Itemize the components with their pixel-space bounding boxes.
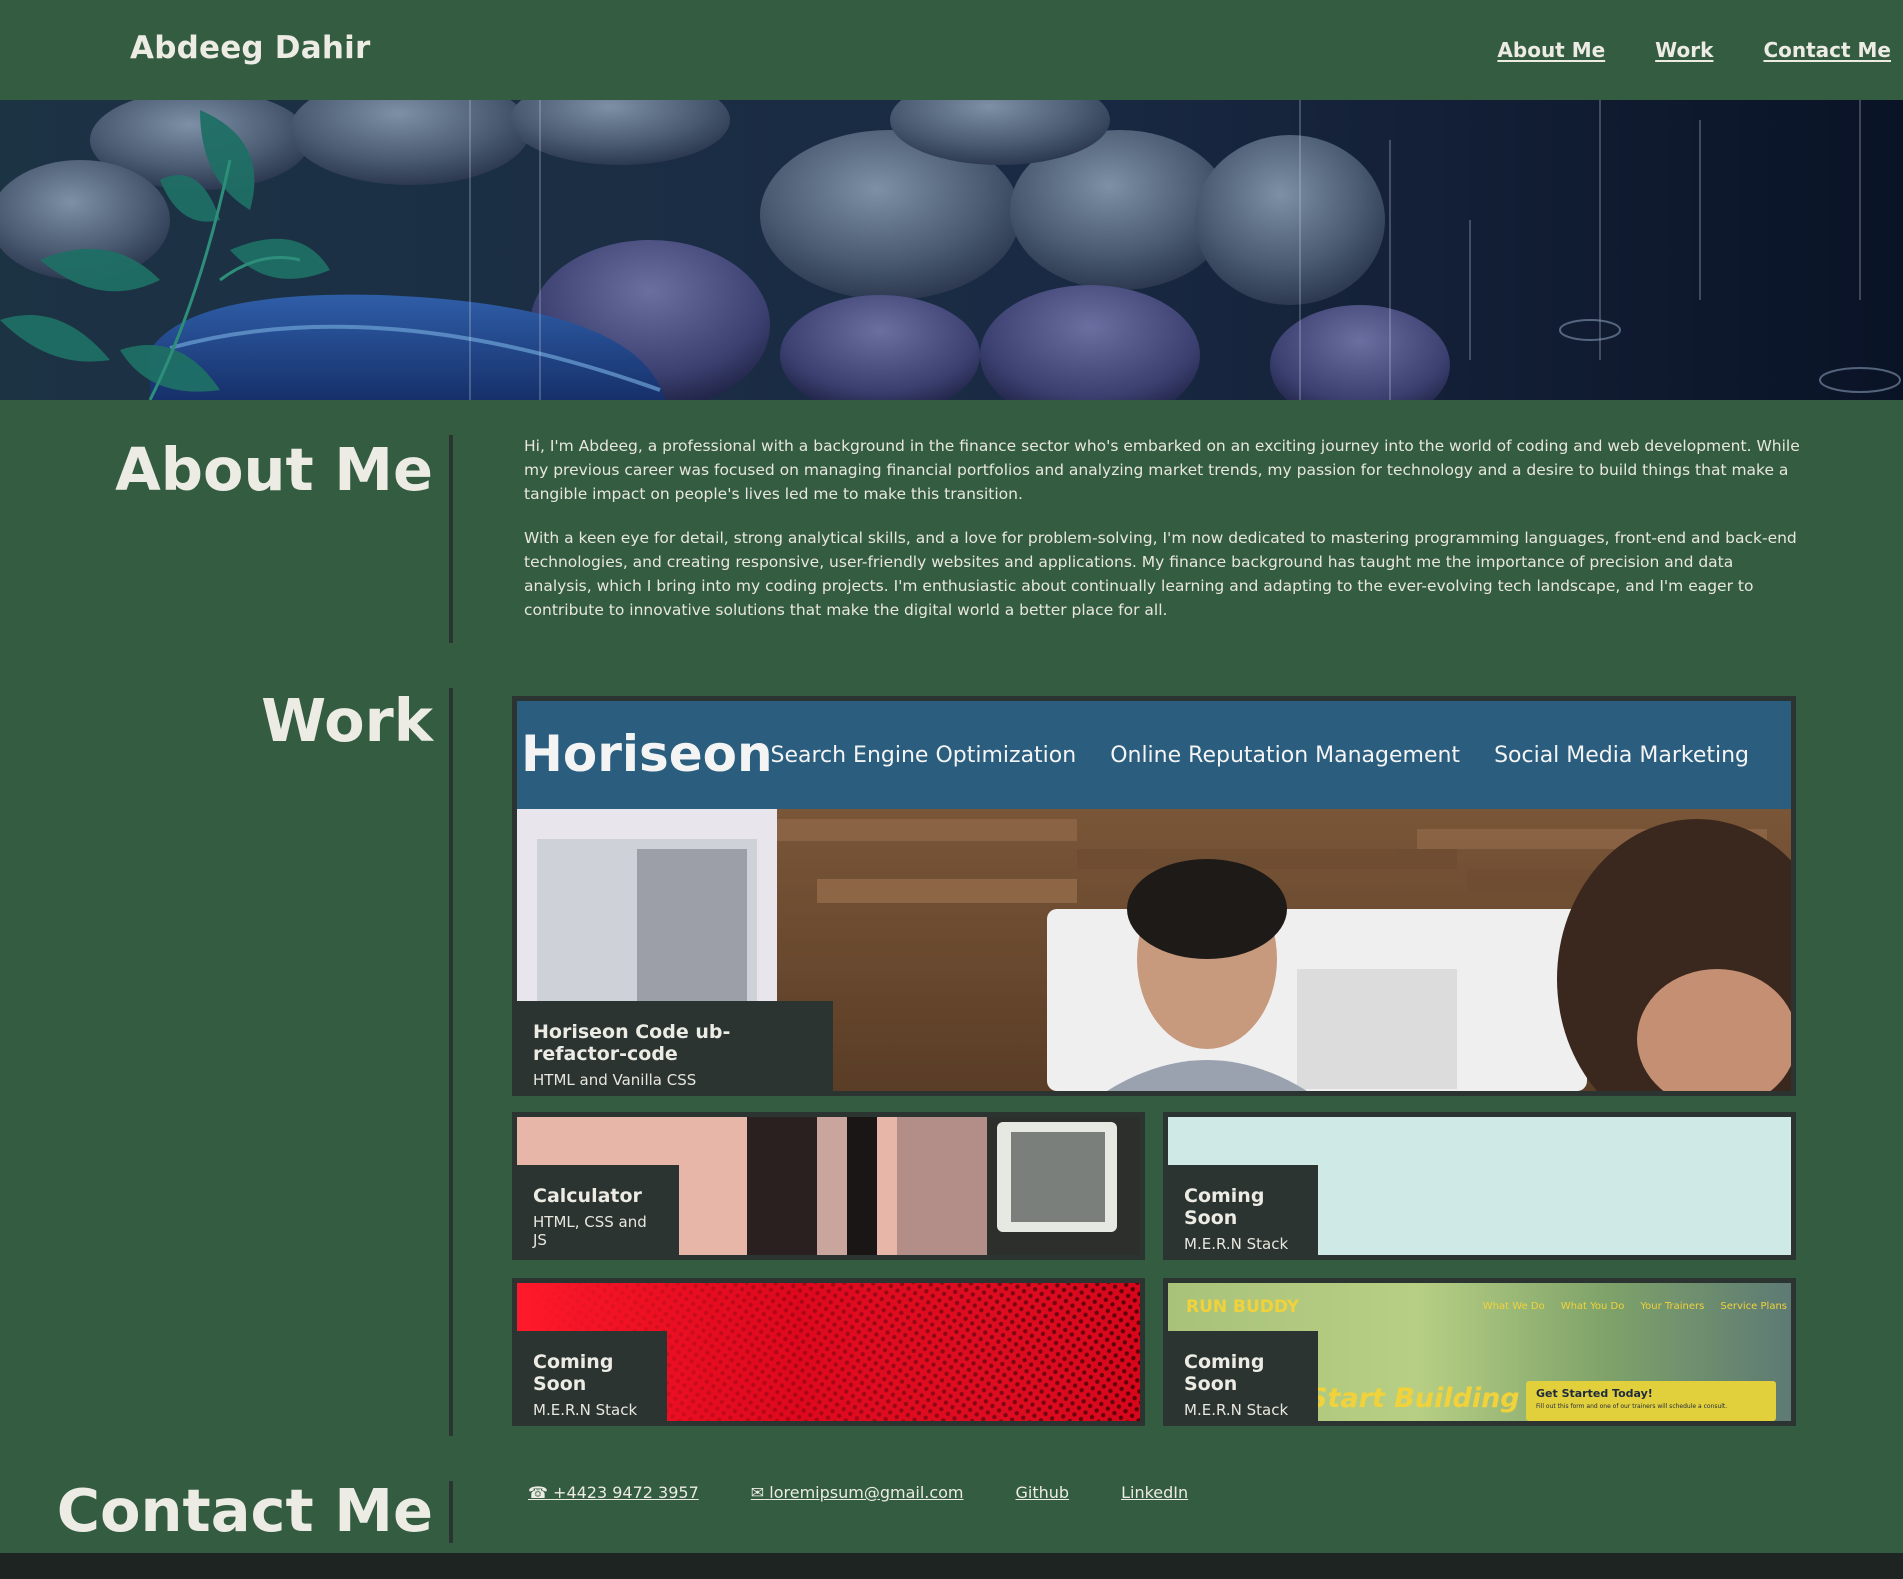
about-title: About Me [115, 435, 433, 504]
run-buddy-cta-sub: Fill out this form and one of our traine… [1536, 1403, 1728, 1410]
nav-link-contact[interactable]: Contact Me [1763, 38, 1891, 62]
linkedin-link[interactable]: LinkedIn [1121, 1483, 1188, 1502]
project-subtitle: M.E.R.N Stack [533, 1401, 638, 1419]
about-paragraph: Hi, I'm Abdeeg, a professional with a ba… [524, 437, 1800, 503]
run-buddy-nav-item: What You Do [1560, 1301, 1625, 1312]
work-title: Work [261, 686, 433, 755]
hero-illustration [0, 100, 1903, 400]
project-card-coming-soon[interactable]: Coming Soon M.E.R.N Stack [512, 1278, 1145, 1426]
horiseon-nav: Search Engine Optimization Online Reputa… [770, 743, 1749, 768]
run-buddy-logo: RUN BUDDY [1186, 1297, 1300, 1317]
site-brand[interactable]: Abdeeg Dahir [130, 30, 370, 66]
about-text: Hi, I'm Abdeeg, a professional with a ba… [524, 434, 1804, 642]
run-buddy-cta-box: Get Started Today! Fill out this form an… [1526, 1381, 1776, 1421]
about-paragraph: With a keen eye for detail, strong analy… [524, 529, 1797, 619]
run-buddy-cta: Get Started Today! [1536, 1387, 1653, 1400]
email-link[interactable]: ✉ loremipsum@gmail.com [751, 1483, 964, 1502]
about-divider [449, 435, 453, 643]
github-link[interactable]: Github [1016, 1483, 1070, 1502]
mail-icon: ✉ [750, 1483, 765, 1502]
project-subtitle: HTML and Vanilla CSS [533, 1071, 697, 1089]
main-nav: About Me Work Contact Me [1497, 38, 1891, 62]
nav-link-about[interactable]: About Me [1497, 38, 1605, 62]
footer-bar [0, 1553, 1903, 1579]
site-header: Abdeeg Dahir About Me Work Contact Me [0, 0, 1903, 100]
project-subtitle: M.E.R.N Stack [1184, 1401, 1289, 1419]
run-buddy-nav-item: Your Trainers [1640, 1301, 1705, 1312]
project-title: Coming Soon [533, 1351, 614, 1395]
run-buddy-headline: Start Building [1308, 1383, 1520, 1414]
contact-title: Contact Me [56, 1476, 433, 1545]
project-subtitle: M.E.R.N Stack [1184, 1235, 1289, 1253]
project-caption: Calculator HTML, CSS and JS [517, 1165, 679, 1255]
contact-links: ☎ +4423 9472 3957 ✉ loremipsum@gmail.com… [528, 1483, 1188, 1502]
project-card-horiseon[interactable]: Horiseon Search Engine Optimization Onli… [512, 696, 1796, 1096]
phone-number: +4423 9472 3957 [553, 1483, 699, 1502]
project-caption: Horiseon Code ub-refactor-code HTML and … [517, 1001, 833, 1091]
horiseon-nav-item: Search Engine Optimization [770, 743, 1077, 768]
phone-link[interactable]: ☎ +4423 9472 3957 [528, 1483, 699, 1502]
project-title: Horiseon Code ub-refactor-code [533, 1021, 731, 1065]
project-caption: Coming Soon M.E.R.N Stack [517, 1331, 667, 1421]
project-title: Calculator [533, 1185, 642, 1207]
nav-link-work[interactable]: Work [1655, 38, 1713, 62]
project-caption: Coming Soon M.E.R.N Stack [1168, 1331, 1318, 1421]
hero-banner-image [0, 100, 1903, 400]
run-buddy-nav-item: What We Do [1482, 1301, 1545, 1312]
contact-divider [449, 1481, 453, 1543]
horiseon-nav-item: Social Media Marketing [1494, 743, 1749, 768]
run-buddy-nav-item: Service Plans [1720, 1301, 1787, 1312]
project-card-coming-soon[interactable]: Coming Soon M.E.R.N Stack [1163, 1112, 1796, 1260]
project-card-calculator[interactable]: Calculator HTML, CSS and JS [512, 1112, 1145, 1260]
run-buddy-nav: What We Do What You Do Your Trainers Ser… [1483, 1301, 1787, 1312]
phone-icon: ☎ [528, 1483, 548, 1502]
project-card-coming-soon[interactable]: RUN BUDDY What We Do What You Do Your Tr… [1163, 1278, 1796, 1426]
project-caption: Coming Soon M.E.R.N Stack [1168, 1165, 1318, 1255]
project-title: Coming Soon [1184, 1185, 1265, 1229]
work-divider [449, 688, 453, 1436]
project-subtitle: HTML, CSS and JS [533, 1213, 647, 1249]
horiseon-logo: Horiseon [521, 725, 773, 783]
horiseon-header: Horiseon Search Engine Optimization Onli… [517, 701, 1791, 809]
horiseon-nav-item: Online Reputation Management [1110, 743, 1461, 768]
email-address: loremipsum@gmail.com [769, 1483, 964, 1502]
project-title: Coming Soon [1184, 1351, 1265, 1395]
